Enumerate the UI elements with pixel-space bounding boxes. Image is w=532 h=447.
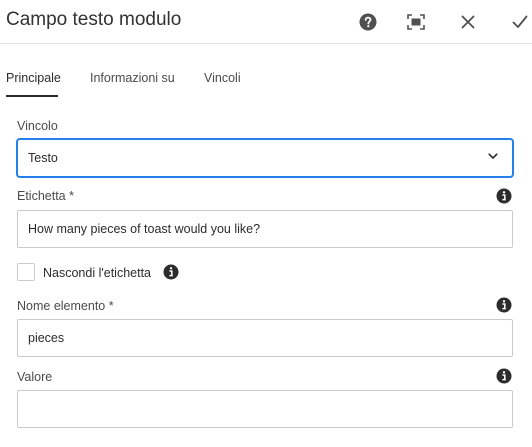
fullscreen-button[interactable] (406, 12, 426, 32)
tab-principale[interactable]: Principale (6, 71, 61, 85)
tab-informazioni-su[interactable]: Informazioni su (90, 71, 175, 85)
dialog-header: Campo testo modulo (0, 0, 532, 44)
info-icon[interactable] (496, 297, 512, 313)
checkmark-icon (512, 15, 528, 28)
hide-caption-checkbox[interactable] (17, 263, 35, 281)
caption-label: Etichetta * (17, 189, 74, 203)
value-input[interactable] (17, 390, 513, 428)
dialog-title: Campo testo modulo (6, 9, 182, 30)
chevron-down-icon (488, 153, 498, 159)
info-icon[interactable] (496, 368, 512, 384)
value-label: Valore (17, 370, 53, 384)
close-icon (461, 15, 475, 29)
constraint-select-value: Testo (28, 151, 58, 165)
element-name-input[interactable] (17, 319, 513, 357)
element-name-label: Nome elemento * (17, 299, 114, 313)
active-tab-indicator (6, 95, 58, 97)
caption-input[interactable] (17, 210, 513, 248)
hide-caption-label[interactable]: Nascondi l'etichetta (43, 266, 151, 280)
constraint-label: Vincolo (17, 119, 58, 133)
close-button[interactable] (458, 12, 478, 32)
tab-list: Principale Informazioni su Vincoli (0, 44, 532, 98)
confirm-button[interactable] (510, 12, 530, 32)
info-icon[interactable] (496, 188, 512, 204)
help-button[interactable] (358, 12, 378, 32)
help-circle-icon (359, 13, 377, 31)
constraint-select[interactable]: Testo (17, 139, 513, 177)
tab-vincoli[interactable]: Vincoli (204, 71, 241, 85)
info-icon[interactable] (163, 264, 179, 280)
fullscreen-icon (407, 14, 425, 30)
